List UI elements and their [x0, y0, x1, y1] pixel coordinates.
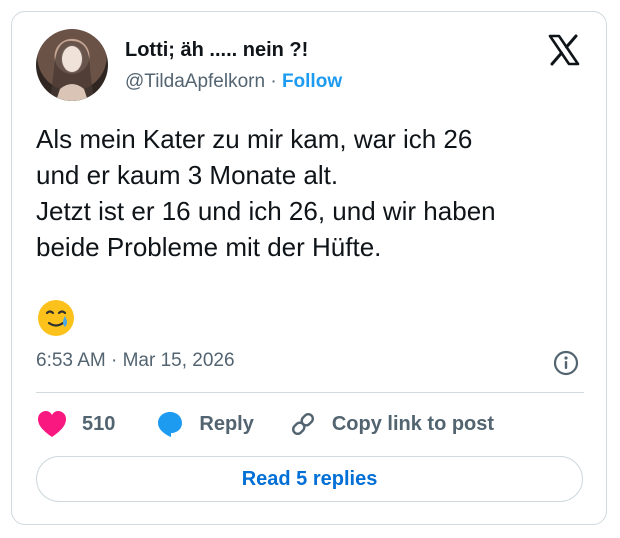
- follow-button[interactable]: Follow: [282, 71, 342, 92]
- like-count: 510: [82, 412, 116, 435]
- link-icon: [291, 412, 314, 436]
- post-text-line: beide Probleme mit der Hüfte.: [36, 232, 382, 262]
- reply-button[interactable]: Reply: [155, 409, 254, 439]
- post-time: 6:53 AM: [36, 350, 106, 371]
- copy-link-button[interactable]: Copy link to post: [288, 409, 494, 439]
- author-handle[interactable]: @TildaApfelkorn: [125, 71, 265, 92]
- post-text-line: Als mein Kater zu mir kam, war ich 26: [36, 124, 473, 154]
- x-logo-icon[interactable]: [548, 34, 580, 66]
- avatar-photo: [50, 40, 94, 101]
- heart-icon: [38, 411, 66, 437]
- meta-separator: ·: [111, 350, 118, 371]
- post-text-line: Jetzt ist er 16 und ich 26, und wir habe…: [36, 196, 496, 226]
- timestamp[interactable]: 6:53 AM · Mar 15, 2026: [36, 350, 235, 372]
- avatar[interactable]: [36, 29, 108, 101]
- handle-separator: ·: [270, 71, 277, 92]
- post-text: Als mein Kater zu mir kam, war ich 26 un…: [36, 121, 576, 265]
- divider: [36, 392, 584, 393]
- post-text-line: und er kaum 3 Monate alt.: [36, 160, 339, 190]
- read-replies-button[interactable]: Read 5 replies: [36, 456, 583, 502]
- action-bar: 510 Reply Copy link to post: [36, 406, 494, 442]
- info-icon[interactable]: [553, 350, 579, 376]
- smiling-face-with-tear-icon: [36, 298, 76, 338]
- reply-label: Reply: [199, 412, 254, 435]
- copy-link-label: Copy link to post: [331, 412, 495, 435]
- author-handle-row: @TildaApfelkorn · Follow: [125, 71, 342, 93]
- post-date: Mar 15, 2026: [122, 350, 235, 371]
- like-button[interactable]: 510: [36, 409, 115, 439]
- speech-bubble-icon: [158, 412, 183, 437]
- author-name[interactable]: Lotti; äh ..... nein ?!: [125, 39, 308, 62]
